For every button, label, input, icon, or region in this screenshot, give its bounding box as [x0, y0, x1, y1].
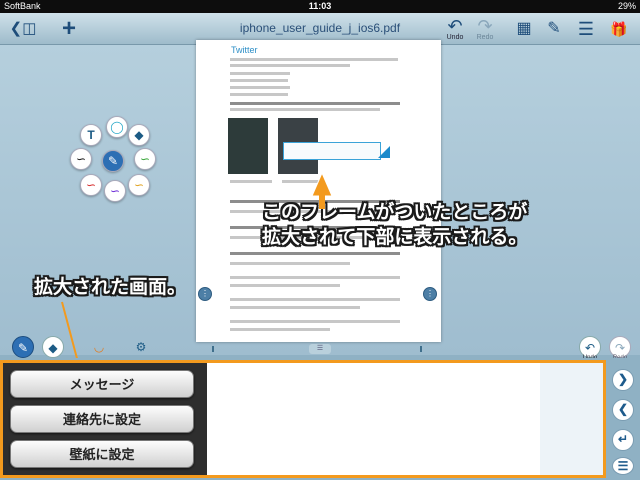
- text-line: [230, 79, 288, 82]
- screenshot-thumbnail: [228, 118, 268, 174]
- right-page-handle[interactable]: ⋮: [423, 287, 437, 301]
- text-line: [230, 180, 272, 183]
- frame-explanation-note: このフレームがついたところが 拡大されて下部に表示される。: [262, 200, 527, 250]
- lasso-mode-icon[interactable]: ◡: [88, 336, 110, 358]
- zoom-highlight-frame: [0, 360, 606, 478]
- text-line: [230, 262, 350, 265]
- thumbnails-icon[interactable]: ▦: [512, 17, 536, 41]
- purple-pen-icon[interactable]: ∽: [104, 180, 126, 202]
- panel-drag-handle[interactable]: ☰: [309, 344, 331, 354]
- gift-info-icon[interactable]: 🎁: [604, 17, 634, 41]
- frame-note-line-1: このフレームがついたところが: [262, 202, 528, 223]
- black-pen-icon[interactable]: ∽: [70, 148, 92, 170]
- status-bar: SoftBank 11:03 29%: [0, 0, 640, 13]
- text-line: [230, 58, 398, 61]
- text-line: [230, 72, 290, 75]
- text-line: [282, 180, 322, 183]
- zoom-panel-menu-icon[interactable]: ☰: [612, 457, 634, 475]
- text-line: [230, 102, 400, 105]
- text-line: [230, 252, 400, 255]
- text-tool-icon[interactable]: T: [80, 124, 102, 146]
- text-line: [230, 328, 330, 331]
- yellow-pen-icon[interactable]: ∽: [128, 174, 150, 196]
- text-line: [230, 93, 288, 96]
- menu-icon[interactable]: ☰: [574, 17, 598, 41]
- text-line: [230, 108, 380, 111]
- scroll-left-button[interactable]: ❮: [612, 399, 634, 421]
- left-page-handle[interactable]: ⋮: [198, 287, 212, 301]
- export-icon[interactable]: ✎: [542, 17, 566, 41]
- clock: 11:03: [308, 1, 332, 11]
- pen-tool-icon[interactable]: ✎: [102, 150, 124, 172]
- scroll-right-button[interactable]: ❯: [612, 369, 634, 391]
- text-line: [230, 276, 400, 279]
- eraser-tool-icon[interactable]: ◆: [128, 124, 150, 146]
- battery-label: 29%: [617, 1, 636, 11]
- zoom-frame-resize-handle[interactable]: [378, 146, 390, 158]
- eraser-mode-icon[interactable]: ◆: [42, 336, 64, 358]
- text-line: [230, 306, 360, 309]
- zoom-explanation-note: 拡大された画面。: [34, 277, 187, 298]
- zoom-target-frame[interactable]: [283, 142, 381, 160]
- balloon-tool-icon[interactable]: ◯: [106, 116, 128, 138]
- redo-label: Redo: [476, 34, 494, 41]
- text-line: [230, 298, 400, 301]
- text-line: [230, 320, 400, 323]
- undo-label: Undo: [446, 34, 464, 41]
- text-line: [230, 284, 340, 287]
- lower-toolbar: ✎ ◆ ◡ ⚙ ☰ ↶ Undo ↷ Redo: [0, 334, 640, 361]
- text-line: [230, 86, 290, 89]
- page-heading: Twitter: [231, 45, 258, 55]
- new-line-button[interactable]: ↵: [612, 429, 634, 451]
- settings-gear-icon[interactable]: ⚙: [130, 336, 152, 358]
- green-pen-icon[interactable]: ∽: [134, 148, 156, 170]
- text-line: [230, 64, 350, 67]
- pdf-page[interactable]: Twitter: [196, 40, 441, 342]
- frame-note-line-2: 拡大されて下部に表示される。: [262, 227, 528, 248]
- red-pen-icon[interactable]: ∽: [80, 174, 102, 196]
- pen-mode-icon[interactable]: ✎: [12, 336, 34, 358]
